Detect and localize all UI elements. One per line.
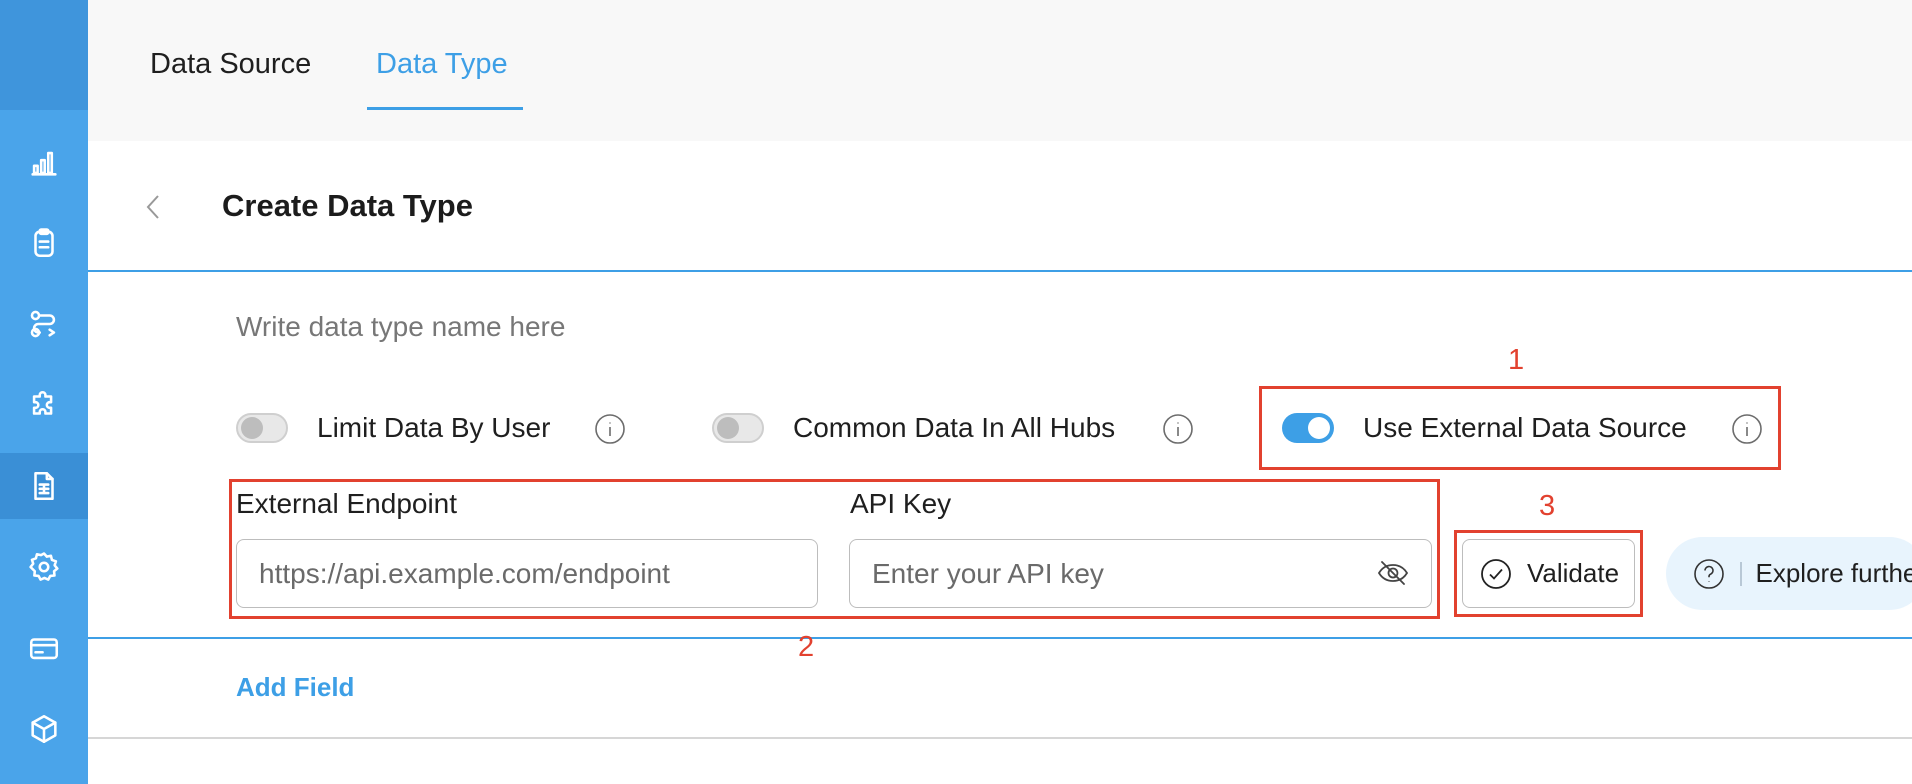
sidebar-item-packages[interactable]: [0, 696, 88, 762]
info-circle-icon: [1163, 414, 1193, 444]
limit-data-by-user-toggle[interactable]: [236, 413, 288, 443]
sidebar-item-routes[interactable]: [0, 291, 88, 357]
sidebar-item-settings[interactable]: [0, 534, 88, 600]
tab-data-type[interactable]: Data Type: [376, 48, 508, 81]
sidebar-item-billing[interactable]: [0, 615, 88, 681]
divider: [88, 637, 1912, 639]
back-button[interactable]: [140, 192, 166, 222]
clipboard-icon: [34, 228, 54, 258]
info-circle-icon: [595, 414, 625, 444]
divider: [88, 737, 1912, 739]
limit-data-by-user-label: Limit Data By User: [317, 412, 551, 443]
info-icon[interactable]: [594, 413, 626, 445]
sidebar: [0, 0, 88, 784]
document-icon: [34, 471, 54, 501]
sidebar-item-integrations[interactable]: [0, 372, 88, 438]
sidebar-item-analytics[interactable]: [0, 130, 88, 196]
bar-chart-icon: [31, 151, 57, 176]
info-icon[interactable]: [1162, 413, 1194, 445]
chevron-left-icon: [146, 195, 159, 219]
sidebar-item-tasks[interactable]: [0, 210, 88, 276]
cube-icon: [31, 714, 57, 744]
common-data-all-hubs-label: Common Data In All Hubs: [793, 412, 1116, 443]
explore-further-link[interactable]: Explore further: [1666, 537, 1912, 610]
data-type-name-input[interactable]: [236, 305, 1136, 349]
annotation-number-3: 3: [1539, 490, 1556, 522]
annotation-number-1: 1: [1508, 344, 1525, 376]
common-data-all-hubs-toggle[interactable]: [712, 413, 764, 443]
help-circle-icon: [1694, 558, 1724, 589]
separator: [1740, 561, 1742, 586]
annotation-number-2: 2: [798, 631, 815, 663]
tab-data-source[interactable]: Data Source: [150, 48, 311, 81]
page-title: Create Data Type: [222, 188, 473, 223]
sidebar-item-data-types[interactable]: [0, 453, 88, 519]
active-tab-indicator: [367, 107, 523, 110]
credit-card-icon: [29, 638, 59, 660]
puzzle-icon: [32, 391, 53, 415]
explore-further-label: Explore further: [1755, 558, 1912, 588]
annotation-box-3: [1454, 530, 1643, 617]
toggle-knob: [241, 417, 263, 439]
add-field-button[interactable]: Add Field: [236, 672, 354, 703]
annotation-box-2: [229, 479, 1440, 619]
gear-icon: [29, 552, 59, 581]
tab-bar: Data Source Data Type: [88, 0, 1912, 141]
toggle-knob: [717, 417, 739, 439]
annotation-box-1: [1259, 386, 1781, 470]
route-icon: [30, 310, 56, 338]
sidebar-logo-area: [0, 0, 88, 110]
divider: [88, 270, 1912, 272]
